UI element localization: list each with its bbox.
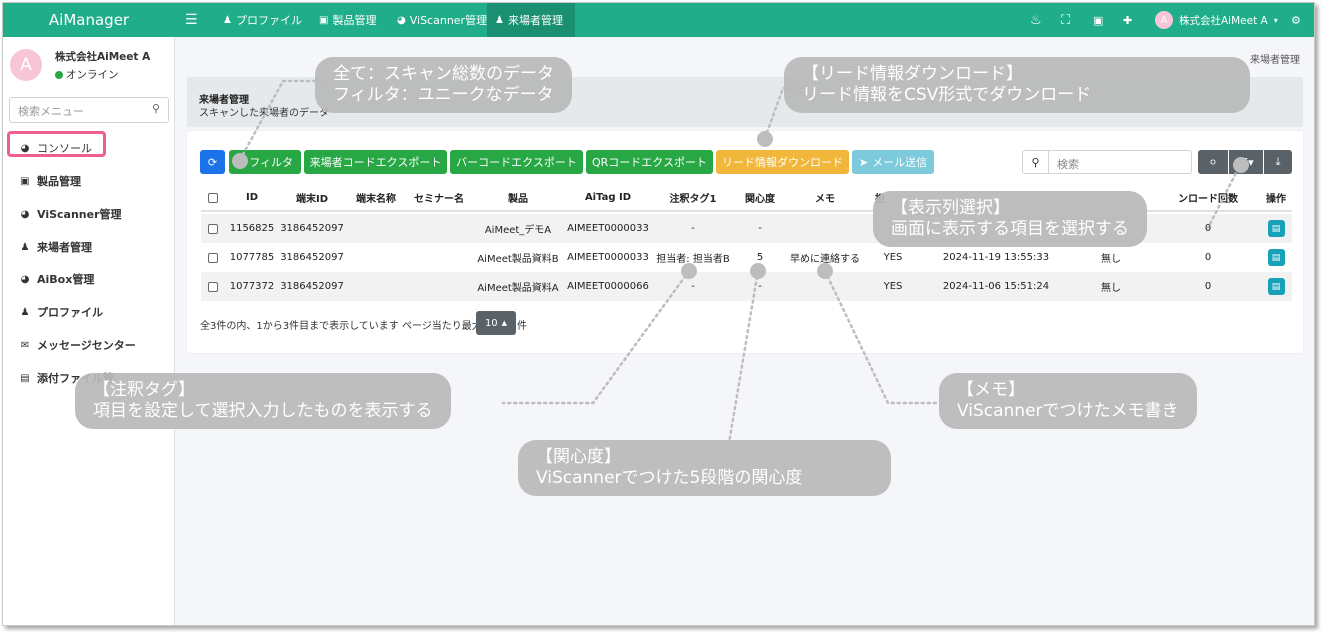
callout-annotation-tag: 【注釈タグ】 項目を設定して選択入力したものを表示する	[75, 373, 451, 429]
callout-line: フィルタ：ユニークなデータ	[333, 85, 554, 105]
callout-anchor	[681, 263, 697, 279]
callout-column-select: 【表示列選択】 画面に表示する項目を選択する	[873, 191, 1147, 247]
callout-lead-download: 【リード情報ダウンロード】 リード情報をCSV形式でダウンロード	[784, 57, 1250, 113]
callout-line: 【メモ】	[957, 380, 1025, 400]
callout-anchor	[757, 131, 773, 147]
callout-line: 【注釈タグ】	[93, 380, 195, 400]
callout-line: ViScannerでつけたメモ書き	[957, 401, 1179, 421]
callout-line: ViScannerでつけた5段階の関心度	[536, 468, 803, 488]
callout-line: 【表示列選択】	[891, 198, 1010, 218]
callout-line: 【関心度】	[536, 447, 621, 467]
callout-line: リード情報をCSV形式でダウンロード	[802, 85, 1092, 105]
callout-anchor	[750, 263, 766, 279]
callout-memo: 【メモ】 ViScannerでつけたメモ書き	[939, 373, 1197, 429]
callout-line: 画面に表示する項目を選択する	[891, 219, 1129, 239]
callout-interest: 【関心度】 ViScannerでつけた5段階の関心度	[518, 440, 891, 496]
callout-anchor	[232, 153, 248, 169]
callout-anchor	[1233, 157, 1249, 173]
callout-line: 【リード情報ダウンロード】	[802, 64, 1023, 84]
callout-anchor	[817, 263, 833, 279]
callout-line: 項目を設定して選択入力したものを表示する	[93, 401, 433, 421]
callout-all-filter: 全て：スキャン総数のデータ フィルタ：ユニークなデータ	[315, 57, 572, 113]
app-window: AiManager ☰ ♟ プロファイル ▣ 製品管理 ◕ ViScanner管…	[2, 2, 1315, 626]
callout-line: 全て：スキャン総数のデータ	[333, 64, 554, 84]
